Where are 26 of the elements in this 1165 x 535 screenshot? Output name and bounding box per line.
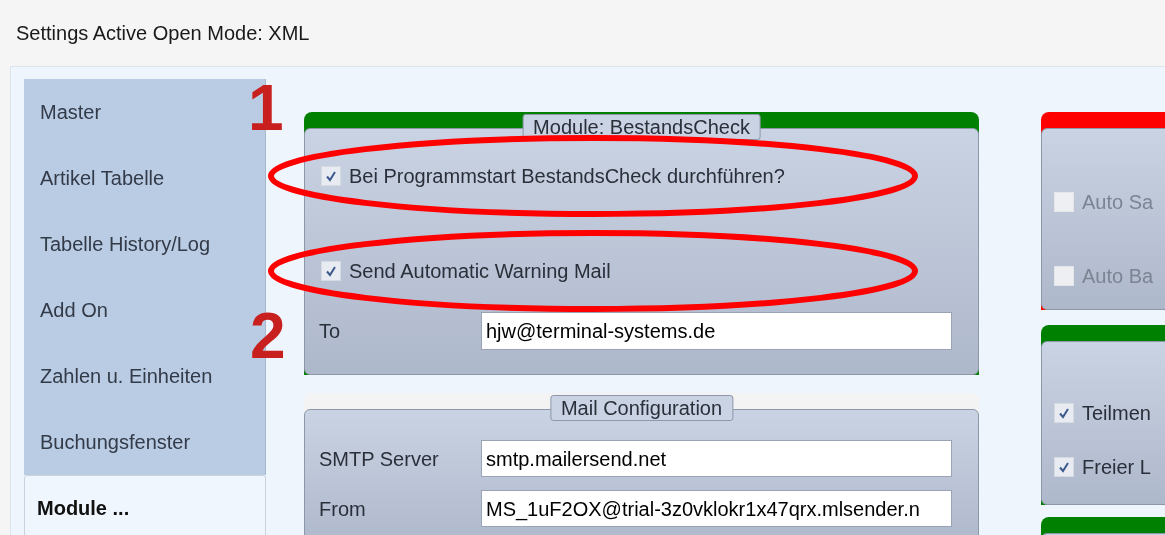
sidebar-tab[interactable]: Artikel Tabelle	[24, 145, 266, 211]
sidebar-tab[interactable]: Tabelle History/Log	[24, 211, 266, 277]
check-icon	[324, 264, 338, 278]
checkbox-label: Send Automatic Warning Mail	[349, 259, 611, 284]
checkbox[interactable]	[321, 261, 341, 281]
checkbox-label: Auto Sa	[1082, 190, 1154, 215]
check-icon	[1057, 460, 1071, 474]
checkbox[interactable]	[1054, 403, 1074, 423]
sidebar-tab[interactable]: Buchungsfenster	[24, 409, 266, 475]
field-label: To	[319, 319, 342, 344]
check-icon	[1057, 406, 1071, 420]
group-title: Mail Configuration	[549, 395, 734, 421]
input-field[interactable]: hjw@terminal-systems.de	[481, 312, 952, 350]
checkbox-label: Auto Ba	[1082, 264, 1154, 289]
input-field[interactable]: smtp.mailersend.net	[481, 440, 952, 477]
sidebar-tab[interactable]: Module ...	[24, 475, 266, 535]
input-field[interactable]: MS_1uF2OX@trial-3z0vklokr1x47qrx.mlsender.n	[481, 490, 952, 527]
window-title: Settings Active Open Mode: XML	[16, 21, 310, 46]
checkbox[interactable]	[321, 166, 341, 186]
checkbox-label: Teilmen	[1082, 401, 1151, 426]
checkbox[interactable]	[1054, 457, 1074, 477]
field-label: SMTP Server	[319, 446, 440, 472]
field-label: From	[319, 496, 367, 522]
checkbox-label: Freier L	[1082, 455, 1151, 480]
check-icon	[324, 169, 338, 183]
checkbox-label: Bei Programmstart BestandsCheck durchführen?	[349, 164, 785, 189]
